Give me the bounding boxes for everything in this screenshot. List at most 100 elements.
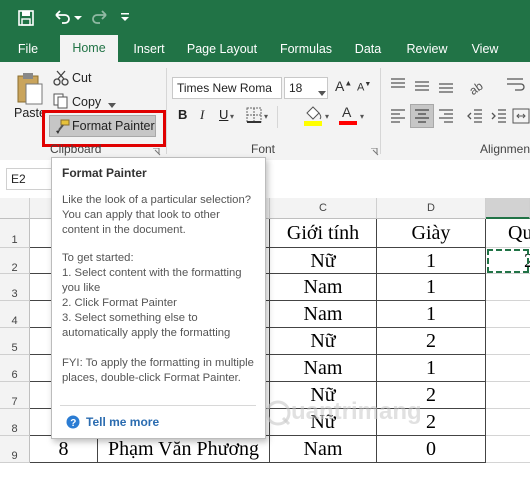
cell-c9[interactable]: Nam	[270, 436, 377, 463]
font-name-box[interactable]: Times New Roma	[172, 77, 282, 99]
cell-c3[interactable]: Nam	[270, 274, 377, 301]
row-header-5[interactable]: 5	[0, 328, 30, 355]
tab-view[interactable]: View	[464, 36, 506, 62]
tab-file[interactable]: File	[8, 36, 48, 62]
tab-review[interactable]: Review	[400, 36, 454, 62]
align-left-icon[interactable]	[389, 107, 407, 125]
middle-align-icon[interactable]	[413, 76, 431, 94]
save-icon[interactable]	[14, 6, 38, 30]
column-header-c[interactable]: C	[270, 198, 377, 219]
cell-e3[interactable]	[486, 274, 530, 301]
cell-e4[interactable]	[486, 301, 530, 328]
customize-icon[interactable]	[114, 6, 138, 30]
wrap-text-icon[interactable]	[505, 74, 527, 96]
row-header-2[interactable]: 2	[0, 248, 30, 274]
row-header-8[interactable]: 8	[0, 409, 30, 436]
column-header-e[interactable]	[486, 198, 530, 219]
borders-icon[interactable]	[246, 107, 262, 123]
row-header-9[interactable]: 9	[0, 436, 30, 463]
cell-e7[interactable]	[486, 382, 530, 409]
orientation-icon[interactable]: ab	[466, 74, 488, 98]
cell-c4[interactable]: Nam	[270, 301, 377, 328]
cell-c2[interactable]: Nữ	[270, 248, 377, 274]
cell-d6[interactable]: 1	[377, 355, 486, 382]
cell-d5[interactable]: 2	[377, 328, 486, 355]
font-launcher-icon[interactable]	[371, 145, 379, 156]
cell-e5[interactable]	[486, 328, 530, 355]
italic-button[interactable]: I	[200, 107, 204, 123]
row-header-6[interactable]: 6	[0, 355, 30, 382]
cell-c1[interactable]: Giới tính	[270, 219, 377, 248]
cell-e1[interactable]: Qu	[486, 219, 530, 248]
tooltip-intro: Like the look of a particular selection?…	[62, 194, 252, 236]
tell-me-more-link[interactable]: Tell me more	[86, 415, 159, 429]
row-header-1[interactable]: 1	[0, 219, 30, 248]
row-header-7[interactable]: 7	[0, 382, 30, 409]
cell-d4[interactable]: 1	[377, 301, 486, 328]
svg-text:?: ?	[70, 418, 76, 429]
ribbon: Paste Cut Copy Format Painter Clipboard …	[0, 62, 530, 161]
top-align-icon[interactable]	[389, 76, 407, 94]
merge-center-icon[interactable]	[512, 107, 530, 125]
tab-page-layout[interactable]: Page Layout	[182, 36, 262, 62]
cell-c6[interactable]: Nam	[270, 355, 377, 382]
alignment-group-label: Alignment	[480, 142, 530, 156]
select-all-corner[interactable]	[0, 198, 30, 219]
tooltip-fyi: FYI: To apply the formatting in multiple…	[62, 357, 254, 384]
tooltip-step1: 1. Select content with the formatting yo…	[62, 267, 242, 294]
increase-indent-icon[interactable]	[490, 107, 508, 125]
row-header-3[interactable]: 3	[0, 274, 30, 301]
paste-icon[interactable]	[14, 70, 44, 106]
row-header-4[interactable]: 4	[0, 301, 30, 328]
clipboard-launcher-icon[interactable]	[153, 145, 161, 156]
paintbrush-icon	[54, 119, 70, 135]
cell-d3[interactable]: 1	[377, 274, 486, 301]
tab-insert[interactable]: Insert	[126, 36, 172, 62]
cell-e8[interactable]	[486, 409, 530, 436]
underline-button[interactable]: U	[219, 107, 228, 122]
redo-icon[interactable]	[88, 6, 112, 30]
tooltip-step2: 2. Click Format Painter	[62, 297, 177, 309]
cell-a9[interactable]: 8	[30, 436, 98, 463]
align-center-icon[interactable]	[410, 104, 434, 128]
cell-c5[interactable]: Nữ	[270, 328, 377, 355]
decrease-font-icon[interactable]: A▼	[357, 81, 371, 94]
font-color-icon[interactable]: A	[339, 104, 357, 126]
copy-button[interactable]: Copy	[72, 95, 101, 109]
help-icon: ?	[66, 415, 80, 429]
borders-dropdown-icon[interactable]: ▾	[264, 112, 268, 121]
cut-icon	[53, 70, 69, 86]
format-painter-label: Format Painter	[72, 119, 155, 133]
increase-font-icon[interactable]: A▲	[335, 78, 352, 94]
svg-text:ab: ab	[467, 79, 486, 96]
decrease-indent-icon[interactable]	[466, 107, 484, 125]
format-painter-button[interactable]: Format Painter	[49, 115, 156, 137]
format-painter-tooltip: Format Painter Like the look of a partic…	[51, 157, 266, 439]
tab-formulas[interactable]: Formulas	[274, 36, 338, 62]
font-group-label: Font	[251, 142, 276, 156]
column-header-d[interactable]: D	[377, 198, 486, 219]
cell-d9[interactable]: 0	[377, 436, 486, 463]
cell-e6[interactable]	[486, 355, 530, 382]
quick-access-toolbar	[0, 0, 530, 36]
bold-button[interactable]: B	[178, 107, 187, 122]
copy-dropdown-icon[interactable]	[108, 98, 116, 108]
cell-e2[interactable]: 2	[486, 248, 530, 274]
cell-d1[interactable]: Giày	[377, 219, 486, 248]
underline-dropdown-icon[interactable]: ▾	[230, 112, 234, 121]
tooltip-title: Format Painter	[62, 166, 147, 180]
tab-home[interactable]: Home	[60, 35, 118, 62]
cell-d2[interactable]: 1	[377, 248, 486, 274]
bottom-align-icon[interactable]	[437, 76, 455, 94]
tab-data[interactable]: Data	[348, 36, 388, 62]
font-size-dropdown-icon[interactable]	[318, 86, 326, 96]
watermark-logo: uantrimang	[265, 398, 422, 426]
cell-b9[interactable]: Phạm Văn Phương	[98, 436, 270, 463]
align-right-icon[interactable]	[437, 107, 455, 125]
font-color-dropdown-icon[interactable]: ▾	[360, 112, 364, 121]
cut-button[interactable]: Cut	[72, 71, 91, 85]
fill-color-icon[interactable]	[303, 105, 323, 127]
tooltip-get-started: To get started:	[62, 252, 134, 264]
cell-e9[interactable]	[486, 436, 530, 463]
fill-color-dropdown-icon[interactable]: ▾	[325, 112, 329, 121]
